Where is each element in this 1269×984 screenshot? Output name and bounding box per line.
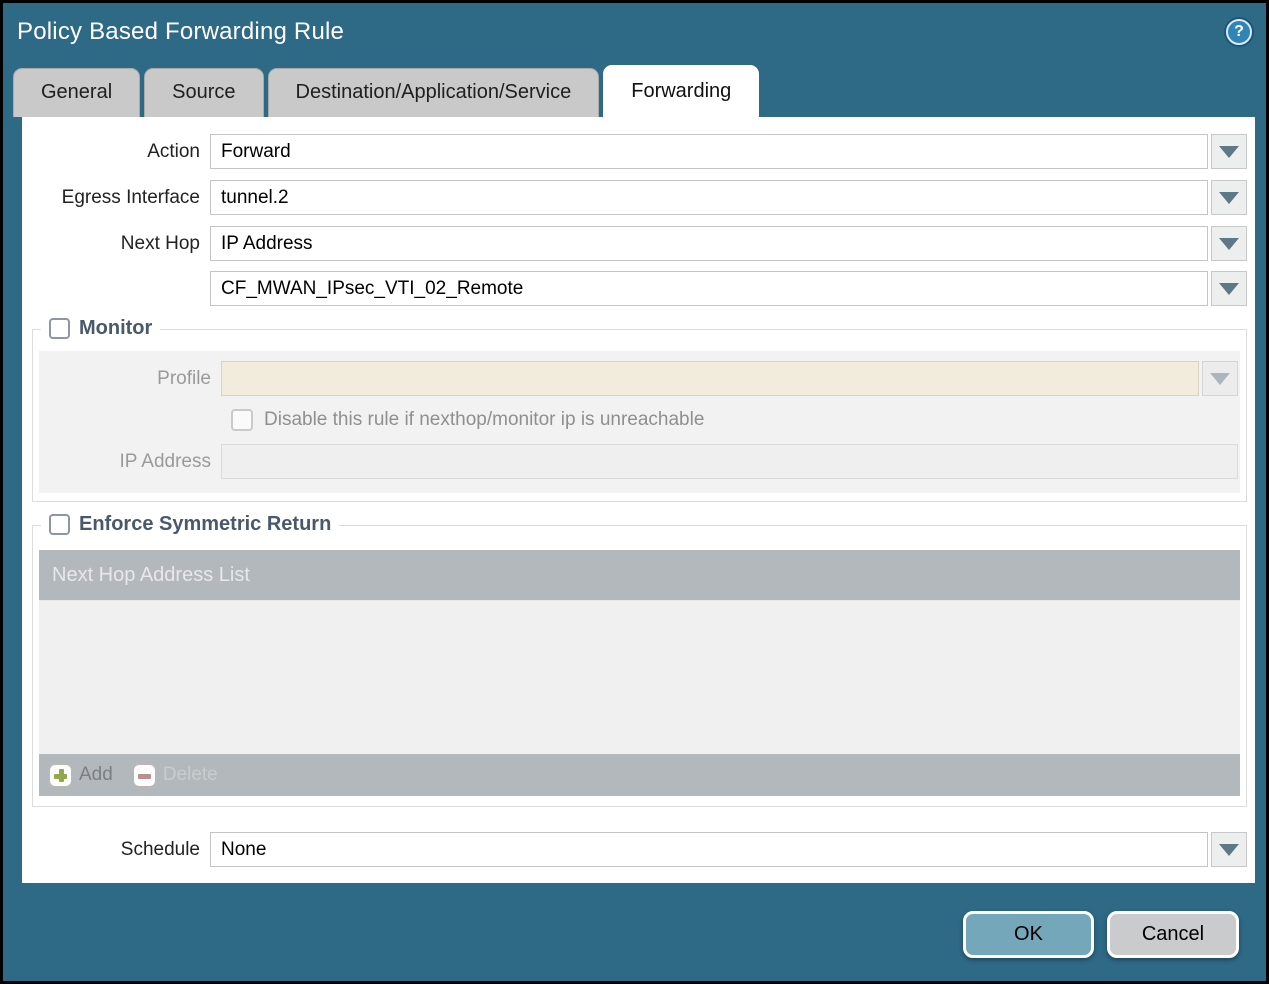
next-hop-address-row — [22, 271, 1247, 306]
monitor-checkbox[interactable] — [49, 318, 70, 339]
disable-rule-checkbox — [231, 409, 253, 431]
schedule-dropdown-button[interactable] — [1211, 832, 1247, 867]
disable-rule-row: Disable this rule if nexthop/monitor ip … — [231, 409, 1238, 431]
monitor-ip-address-row: IP Address — [39, 444, 1238, 479]
next-hop-row: Next Hop — [22, 226, 1247, 261]
delete-button-label: Delete — [162, 764, 218, 785]
plus-icon — [49, 763, 72, 787]
add-button[interactable]: Add — [49, 763, 113, 787]
chevron-down-icon — [1219, 191, 1239, 204]
table-footer-toolbar: Add Delete — [39, 754, 1240, 796]
schedule-input[interactable] — [210, 832, 1208, 867]
ok-button[interactable]: OK — [963, 911, 1094, 958]
egress-interface-row: Egress Interface — [22, 180, 1247, 215]
symmetric-return-legend-label: Enforce Symmetric Return — [79, 513, 332, 535]
delete-button: Delete — [132, 763, 218, 787]
egress-interface-input[interactable] — [210, 180, 1208, 215]
profile-row: Profile — [39, 361, 1238, 396]
monitor-legend-label: Monitor — [79, 317, 153, 339]
help-icon[interactable]: ? — [1226, 18, 1252, 45]
pbf-rule-dialog: Policy Based Forwarding Rule ? General S… — [0, 0, 1269, 984]
next-hop-label: Next Hop — [120, 232, 200, 254]
schedule-label: Schedule — [120, 838, 200, 860]
next-hop-address-list-body[interactable] — [39, 600, 1240, 754]
next-hop-address-list-header: Next Hop Address List — [39, 550, 1240, 600]
dialog-footer: OK Cancel — [3, 883, 1266, 981]
monitor-disabled-panel: Profile Disable this rule if nexthop/mon… — [39, 351, 1240, 493]
action-input[interactable] — [210, 134, 1208, 169]
schedule-row: Schedule — [22, 832, 1247, 867]
minus-icon — [132, 763, 156, 787]
action-dropdown-button[interactable] — [1211, 134, 1247, 169]
chevron-down-icon — [1219, 145, 1239, 158]
chevron-down-icon — [1219, 237, 1239, 250]
profile-label: Profile — [157, 367, 211, 389]
chevron-down-icon — [1219, 843, 1239, 856]
tab-bar: General Source Destination/Application/S… — [13, 63, 1256, 117]
monitor-legend: Monitor — [41, 317, 161, 340]
next-hop-address-table: Next Hop Address List Add Delete — [39, 550, 1240, 796]
symmetric-return-section: Enforce Symmetric Return Next Hop Addres… — [32, 513, 1247, 807]
monitor-section: Monitor Profile Disable this rule if nex… — [32, 317, 1247, 502]
tab-source[interactable]: Source — [144, 68, 264, 117]
egress-interface-label: Egress Interface — [61, 186, 200, 208]
monitor-ip-address-label: IP Address — [119, 450, 211, 472]
next-hop-type-input[interactable] — [210, 226, 1208, 261]
dialog-titlebar: Policy Based Forwarding Rule ? — [3, 3, 1266, 60]
symmetric-return-legend: Enforce Symmetric Return — [41, 513, 340, 536]
tab-destination-application-service[interactable]: Destination/Application/Service — [267, 68, 600, 117]
next-hop-address-dropdown-button[interactable] — [1211, 271, 1247, 306]
action-row: Action — [22, 134, 1247, 169]
cancel-button[interactable]: Cancel — [1107, 911, 1239, 958]
dialog-title: Policy Based Forwarding Rule — [17, 17, 345, 45]
chevron-down-icon — [1219, 282, 1239, 295]
add-button-label: Add — [79, 764, 113, 785]
tab-general[interactable]: General — [13, 68, 141, 117]
egress-interface-dropdown-button[interactable] — [1211, 180, 1247, 215]
tab-forwarding[interactable]: Forwarding — [603, 65, 760, 117]
next-hop-type-dropdown-button[interactable] — [1211, 226, 1247, 261]
profile-dropdown-button — [1202, 361, 1238, 396]
next-hop-address-input[interactable] — [210, 271, 1208, 306]
symmetric-return-checkbox[interactable] — [49, 514, 70, 535]
forwarding-tab-panel: Action Egress Interface Next Hop — [22, 117, 1255, 883]
monitor-ip-address-input — [221, 444, 1238, 479]
chevron-down-icon — [1210, 372, 1230, 385]
action-label: Action — [147, 140, 200, 162]
profile-input — [221, 361, 1199, 396]
disable-rule-label: Disable this rule if nexthop/monitor ip … — [264, 409, 705, 430]
